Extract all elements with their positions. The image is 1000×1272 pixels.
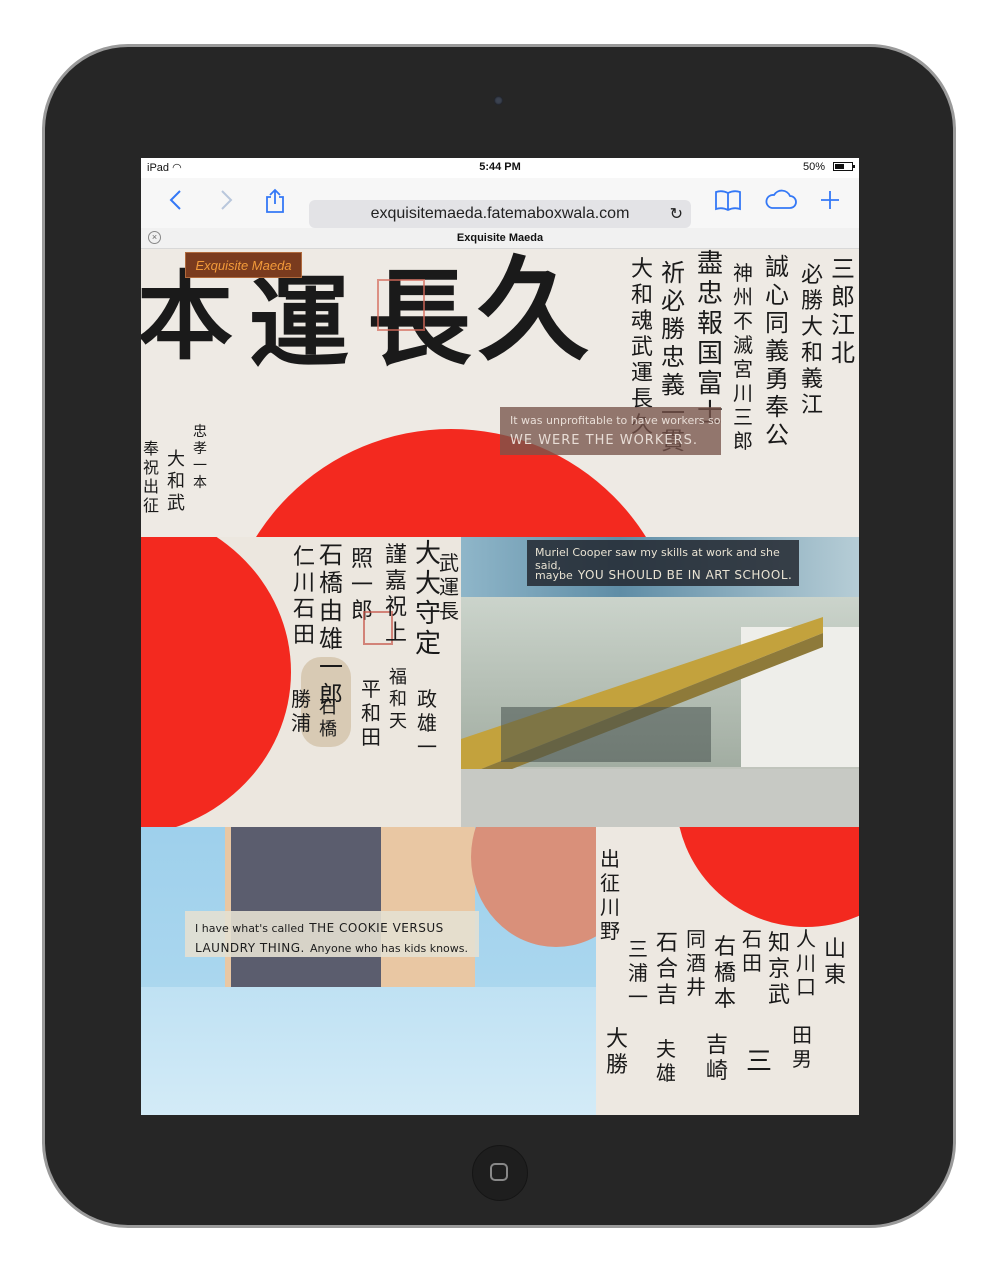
chevron-right-icon [221,190,233,210]
calligraphy: 三浦一 [628,937,648,1009]
calligraphy: 平和田 [361,677,381,749]
calligraphy: 必勝大和義江 [801,263,824,418]
calligraphy: 大勝 [606,1027,629,1078]
battery-icon [833,162,855,171]
calligraphy: 盡忠報国富士 [697,249,724,429]
calligraphy: 謹嘉祝上 [385,543,408,646]
calligraphy: 運 [249,264,349,382]
site-logo[interactable]: Exquisite Maeda [185,252,302,278]
battery-percent: 50% [802,161,825,173]
forward-button[interactable] [215,188,239,216]
tab-title[interactable]: Exquisite Maeda [141,232,859,244]
reload-icon[interactable]: ↻ [670,204,683,224]
url-text: exquisitemaeda.fatemaboxwala.com [370,205,630,222]
media-lab-photo: Muriel Cooper saw my skills at work and … [461,537,859,827]
home-square-icon [490,1163,508,1181]
flag-image-bottom: 出征川野 三浦一 石合吉 同酒井 右橋本 石田 知京武 人川口 山東 大勝 夫雄… [596,827,859,1115]
flag-image-left: 仁川石田 石橋由雄一郎 照一郎 謹嘉祝上 大大守定 武運長 勝浦 石橋 平和田 … [141,537,461,827]
camera-icon [494,96,503,105]
calligraphy: 石田 [742,927,762,975]
back-button[interactable] [163,188,187,216]
plus-icon [821,191,839,209]
tab-bar: × Exquisite Maeda [141,228,859,249]
neck [471,827,596,947]
calligraphy: 夫雄 [656,1037,676,1085]
caption-emphasis: WE WERE THE WORKERS. [510,433,698,448]
calligraphy: 山東 [824,937,847,988]
caption-emphasis: THE COOKIE VERSUS [309,921,444,935]
new-tab-button[interactable] [817,188,843,216]
calligraphy: 右橋本 [714,935,737,1012]
calligraphy: 石橋 [319,697,337,740]
web-content: 本 運 長 久 大和魂武運長久 祈必勝忠義一貫 盡忠報国富士 神州不滅宮川三郎 … [141,249,859,1115]
caption-text: It was unprofitable to have workers so [510,414,721,427]
share-button[interactable] [261,188,289,216]
calligraphy: 人川口 [796,927,816,999]
flag-sun [141,537,291,827]
calligraphy: 三 [746,1047,773,1077]
office-interior [501,707,711,762]
shirt [141,987,596,1115]
calligraphy: 久 [477,249,589,376]
caption-line: LAUNDRY THING. Anyone who has kids knows… [195,937,468,956]
clock: 5:44 PM [479,161,521,173]
book-icon [715,190,741,212]
screen: iPad ◠ 5:44 PM 50% exquisitemaeda.fatema… [141,158,859,1115]
caption-art-school: Muriel Cooper saw my skills at work and … [527,540,799,586]
calligraphy: 田男 [792,1023,812,1071]
safari-toolbar: exquisitemaeda.fatemaboxwala.com ↻ [141,178,859,228]
calligraphy: 石合吉 [656,931,679,1008]
share-icon [266,188,284,213]
calligraphy: 勝浦 [291,687,311,735]
flag-sun [676,827,859,927]
calligraphy: 知京武 [768,931,791,1008]
icloud-tabs-button[interactable] [763,188,799,216]
caption-emphasis: YOU SHOULD BE IN ART SCHOOL. [577,568,793,582]
caption-cookie-laundry: I have what's called THE COOKIE VERSUS L… [185,911,479,957]
calligraphy: 仁川石田 [293,545,316,648]
calligraphy: 神州不滅宮川三郎 [733,261,753,453]
maeda-photo: I have what's called THE COOKIE VERSUS L… [141,827,596,1115]
red-seal-stamp [377,279,425,331]
calligraphy: 奉祝出征 [143,439,160,515]
address-bar[interactable]: exquisitemaeda.fatemaboxwala.com ↻ [309,200,691,228]
caption-text: I have what's called [195,922,305,935]
calligraphy: 政雄一 [417,687,437,759]
caption-line: maybe YOU SHOULD BE IN ART SCHOOL. [535,564,792,583]
logo-text: Exquisite Maeda [195,258,292,273]
flag-image-top: 本 運 長 久 大和魂武運長久 祈必勝忠義一貫 盡忠報国富士 神州不滅宮川三郎 … [141,249,859,537]
calligraphy: 福和天 [389,667,407,732]
calligraphy: 同酒井 [686,927,706,999]
floor [461,769,859,827]
calligraphy: 大和武 [167,449,185,514]
caption-line: I have what's called THE COOKIE VERSUS [195,917,444,936]
caption-text: maybe [535,569,573,582]
chevron-left-icon [169,190,181,210]
home-button[interactable] [472,1145,528,1201]
caption-workers: It was unprofitable to have workers so W… [500,407,721,455]
calligraphy: 石橋由雄一郎 [319,541,343,709]
calligraphy: 武運長 [439,551,459,623]
status-bar: iPad ◠ 5:44 PM 50% [141,158,859,178]
caption-emphasis: LAUNDRY THING. [195,941,305,955]
calligraphy: 誠心同義勇奉公 [765,253,789,449]
caption-text: Anyone who has kids knows. [309,942,469,955]
calligraphy: 忠孝一本 [193,424,207,491]
cloud-icon [765,189,797,209]
calligraphy: 出征川野 [600,847,620,943]
calligraphy: 吉崎 [706,1033,729,1084]
calligraphy: 三郎江北 [831,255,855,367]
calligraphy: 本 [141,260,233,373]
bookmarks-button[interactable] [713,188,743,216]
